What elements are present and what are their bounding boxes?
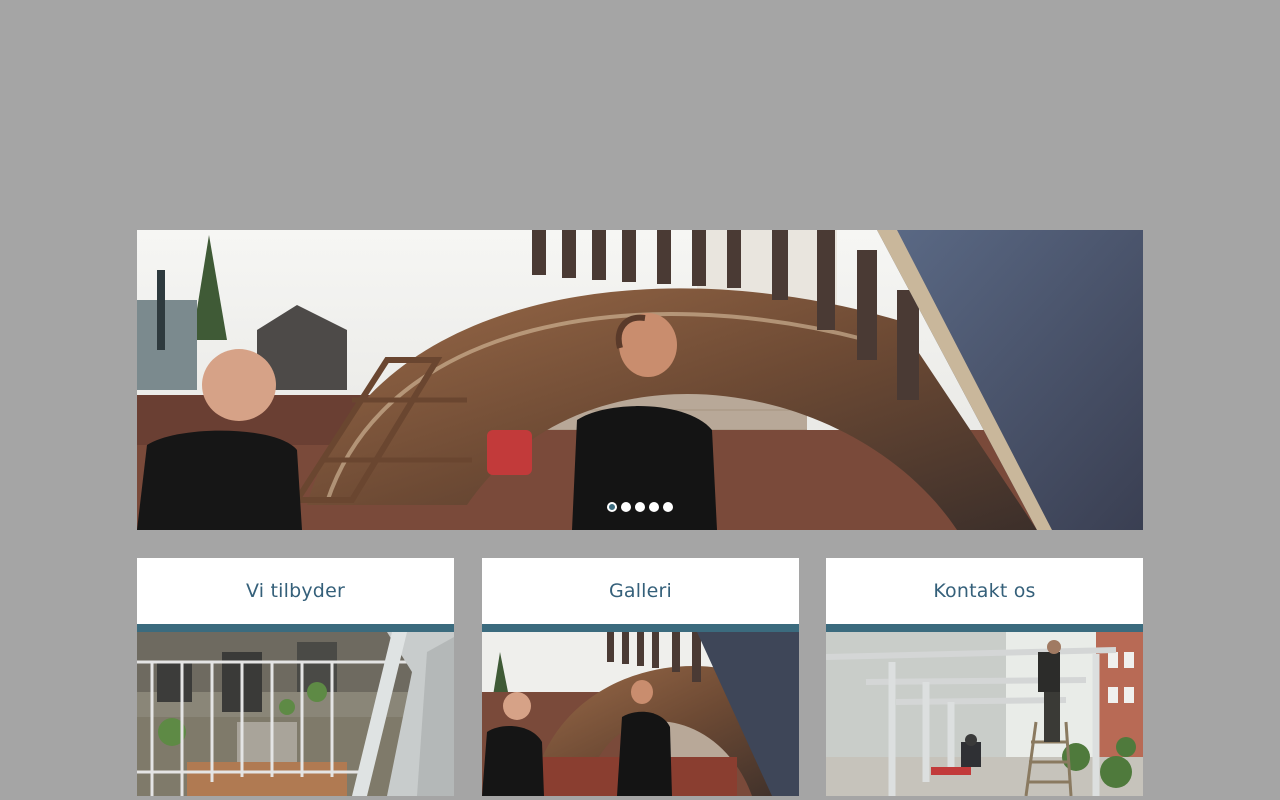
card-title[interactable]: Galleri <box>482 558 799 624</box>
card-vi-tilbyder[interactable]: Vi tilbyder <box>137 558 454 800</box>
slider-dot-3[interactable] <box>635 502 645 512</box>
card-accent-bar <box>826 624 1143 632</box>
card-title[interactable]: Kontakt os <box>826 558 1143 624</box>
card-image[interactable] <box>137 632 454 796</box>
slider-dot-2[interactable] <box>621 502 631 512</box>
slider-dot-1[interactable] <box>607 502 617 512</box>
card-accent-bar <box>137 624 454 632</box>
hero-slide-image <box>137 230 1143 530</box>
card-title[interactable]: Vi tilbyder <box>137 558 454 624</box>
slider-dot-4[interactable] <box>649 502 659 512</box>
card-kontakt-os[interactable]: Kontakt os <box>826 558 1143 800</box>
card-accent-bar <box>482 624 799 632</box>
card-image[interactable] <box>826 632 1143 796</box>
card-galleri[interactable]: Galleri <box>482 558 799 800</box>
slider-dot-5[interactable] <box>663 502 673 512</box>
card-image[interactable] <box>482 632 799 796</box>
page: Vi tilbyder Galleri Kontakt os <box>0 0 1280 800</box>
slider-pagination <box>137 502 1143 512</box>
hero-slider[interactable] <box>137 230 1143 530</box>
